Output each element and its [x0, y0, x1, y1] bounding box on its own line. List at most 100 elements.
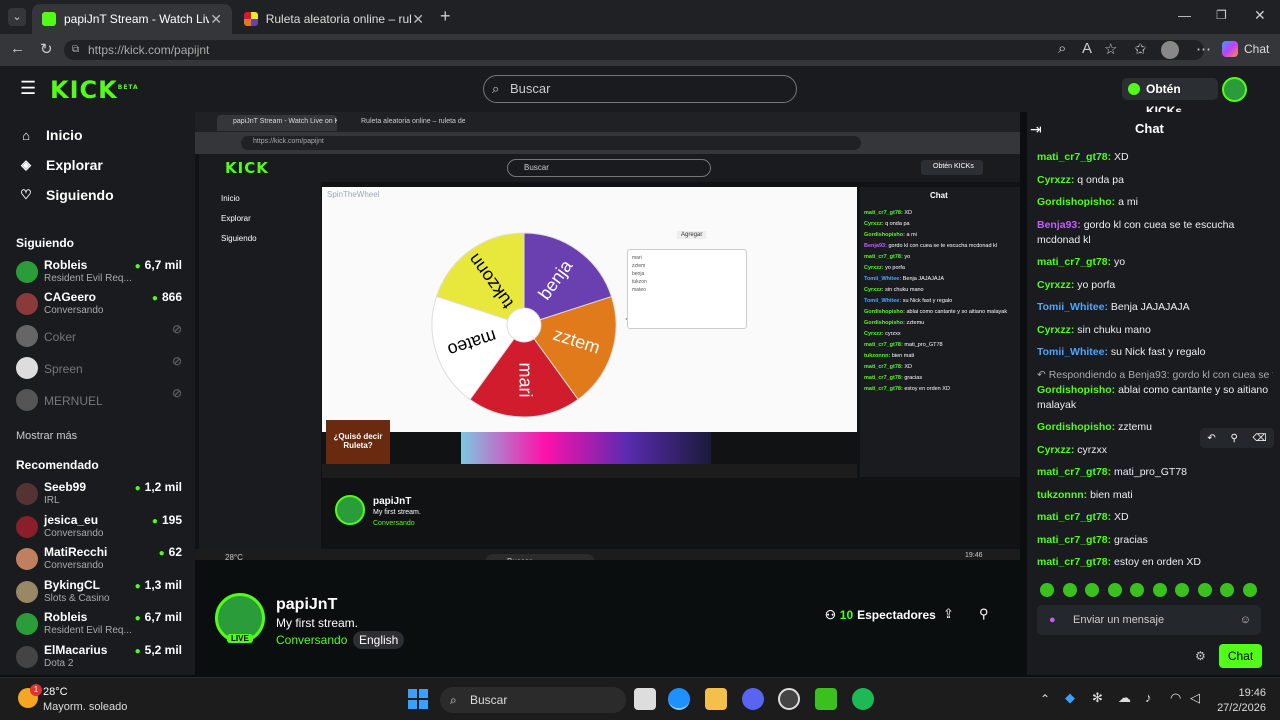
sidebar-recommended-channel[interactable]: MatiRecchiConversando 62 — [16, 545, 186, 575]
tray-chevron-icon[interactable]: ⌃ — [1040, 692, 1050, 706]
chat-username[interactable]: Cyrxzz: — [1037, 174, 1074, 186]
weather-sun-icon[interactable]: 1 — [18, 684, 42, 708]
emote-icon[interactable] — [1130, 583, 1144, 597]
chat-username[interactable]: tukzonnn: — [1037, 489, 1087, 501]
chat-message[interactable]: mati_cr7_gt78: XD — [1037, 510, 1273, 525]
tray-wifi-icon[interactable]: ◠ — [1170, 690, 1181, 706]
clock-date[interactable]: 27/2/2026 — [1210, 702, 1266, 714]
chat-message[interactable]: Benja93: gordo kl con cuea se te escucha… — [1037, 218, 1273, 248]
tab-ruleta[interactable]: Ruleta aleatoria online – ruleta de l ✕ — [234, 4, 434, 34]
sidebar-channel[interactable]: RobleisResident Evil Req...6,7 mil — [16, 258, 186, 288]
chat-message[interactable]: Cyrxzz: sin chuku mano — [1037, 323, 1273, 338]
sidebar-recommended-channel[interactable]: Seeb99IRL 1,2 mil — [16, 480, 186, 510]
chat-username[interactable]: Gordishopisho: — [1037, 196, 1115, 208]
sidebar-recommended-channel[interactable]: ElMacariusDota 2 5,2 mil — [16, 643, 186, 673]
more-menu-icon[interactable]: ⋯ — [1196, 40, 1211, 58]
chat-username[interactable]: mati_cr7_gt78: — [1037, 151, 1111, 163]
edge-icon[interactable] — [668, 688, 690, 710]
pin-icon[interactable]: ⚲ — [1230, 433, 1237, 444]
tray-microphone-icon[interactable]: ♪ — [1145, 690, 1152, 705]
chat-send-button[interactable]: Chat — [1219, 644, 1262, 668]
chat-username[interactable]: Gordishopisho: — [1037, 421, 1115, 433]
stream-player[interactable]: papiJnT Stream - Watch Live on Ki Ruleta… — [195, 112, 1020, 549]
sidebar-recommended-channel[interactable]: RobleisResident Evil Req...6,7 mil — [16, 610, 186, 640]
windows-start-icon[interactable] — [408, 689, 428, 709]
chat-message[interactable]: Cyrxzz: q onda pa — [1037, 173, 1273, 188]
taskbar-search[interactable]: ⌕ Buscar — [440, 687, 626, 713]
favorite-star-icon[interactable]: ☆ — [1104, 40, 1117, 58]
show-more-link[interactable]: Mostrar más — [16, 430, 77, 442]
minecraft-icon[interactable] — [815, 688, 837, 710]
chat-message[interactable]: Gordishopisho: ablai como cantante y so … — [1037, 383, 1273, 413]
chat-username[interactable]: Cyrxzz: — [1037, 279, 1074, 291]
microphone-icon[interactable]: ● — [1049, 605, 1056, 635]
tab-kick[interactable]: papiJnT Stream - Watch Live on Ki ✕ — [32, 4, 232, 34]
emote-icon[interactable] — [1040, 583, 1054, 597]
streamer-name[interactable]: papiJnT — [276, 596, 337, 614]
emoji-icon[interactable]: ☺ — [1240, 605, 1251, 635]
nav-explore[interactable]: ◈ Explorar — [18, 157, 103, 173]
emote-icon[interactable] — [1152, 583, 1167, 597]
chat-username[interactable]: Tomii_Whitee: — [1037, 301, 1108, 313]
chat-message[interactable]: Cyrxzz: yo porfa — [1037, 278, 1273, 293]
stream-category[interactable]: Conversando — [276, 633, 347, 647]
emote-icon[interactable] — [1107, 583, 1122, 597]
url-input[interactable]: ⧉ https://kick.com/papijnt — [64, 40, 1204, 60]
back-icon[interactable]: ← — [10, 40, 25, 57]
chat-username[interactable]: Gordishopisho: — [1037, 384, 1115, 396]
chat-username[interactable]: mati_cr7_gt78: — [1037, 466, 1111, 478]
chat-message[interactable]: mati_cr7_gt78: gracias — [1037, 533, 1273, 548]
chat-username[interactable]: Tomii_Whitee: — [1037, 346, 1108, 358]
chat-username[interactable]: Cyrxzz: — [1037, 324, 1074, 336]
copilot-chat-button[interactable]: Chat — [1222, 41, 1269, 57]
nav-following[interactable]: ♡ Siguiendo — [18, 187, 114, 203]
discord-icon[interactable] — [742, 688, 764, 710]
file-explorer-icon[interactable] — [705, 688, 727, 710]
search-input[interactable]: ⌕ Buscar — [483, 75, 797, 103]
sidebar-channel[interactable]: Spreen ⊘ — [16, 354, 186, 384]
chat-username[interactable]: mati_cr7_gt78: — [1037, 256, 1111, 268]
chat-username[interactable]: mati_cr7_gt78: — [1037, 511, 1111, 523]
chat-username[interactable]: mati_cr7_gt78: — [1037, 556, 1111, 568]
sidebar-channel[interactable]: MERNUEL ⊘ — [16, 386, 186, 416]
emote-icon[interactable] — [1242, 583, 1257, 597]
chat-message[interactable]: Tomii_Whitee: su Nick fast y regalo — [1037, 345, 1273, 360]
chat-username[interactable]: Benja93: — [1037, 219, 1081, 231]
tray-app-icon[interactable]: ✻ — [1092, 690, 1103, 706]
minimize-icon[interactable]: — — [1178, 8, 1191, 23]
emote-icon[interactable] — [1197, 583, 1212, 597]
maximize-icon[interactable]: ❐ — [1216, 8, 1227, 22]
user-avatar[interactable] — [1222, 77, 1247, 102]
sidebar-channel[interactable]: Coker ⊘ — [16, 322, 186, 352]
nav-home[interactable]: ⌂ Inicio — [18, 127, 83, 143]
site-info-icon[interactable]: ⧉ — [72, 40, 79, 60]
new-tab-icon[interactable]: + — [440, 6, 451, 27]
profile-avatar-icon[interactable] — [1161, 41, 1179, 59]
chat-message[interactable]: Gordishopisho: a mi — [1037, 195, 1273, 210]
read-aloud-icon[interactable]: A — [1082, 40, 1092, 57]
emote-icon[interactable] — [1220, 583, 1234, 597]
streamer-avatar[interactable]: LIVE — [215, 593, 265, 643]
emote-icon[interactable] — [1085, 583, 1099, 597]
chat-message[interactable]: mati_cr7_gt78: XD — [1037, 150, 1273, 165]
chat-username[interactable]: Cyrxzz: — [1037, 444, 1074, 456]
chat-message[interactable]: mati_cr7_gt78: yo — [1037, 255, 1273, 270]
task-view-icon[interactable] — [634, 688, 656, 710]
follow-user-icon[interactable]: ⚲ — [979, 606, 989, 622]
sidebar-channel[interactable]: CAGeeroConversando 866 — [16, 290, 186, 320]
chat-message-input[interactable]: ● Enviar un mensaje ☺ — [1037, 605, 1261, 635]
tray-cloud-icon[interactable]: ☁ — [1118, 690, 1131, 706]
chat-message[interactable]: tukzonnn: bien mati — [1037, 488, 1273, 503]
sidebar-recommended-channel[interactable]: BykingCLSlots & Casino 1,3 mil — [16, 578, 186, 608]
close-window-icon[interactable]: ✕ — [1254, 7, 1266, 24]
zoom-icon[interactable]: ⌕ — [1058, 40, 1066, 57]
close-tab-icon[interactable]: ✕ — [210, 11, 222, 28]
reload-icon[interactable]: ↻ — [40, 40, 53, 58]
sidebar-recommended-channel[interactable]: jesica_euConversando 195 — [16, 513, 186, 543]
menu-hamburger-icon[interactable]: ☰ — [20, 79, 36, 97]
emote-icon[interactable] — [1175, 583, 1189, 597]
chat-settings-gear-icon[interactable]: ⚙ — [1195, 649, 1206, 663]
language-tag[interactable]: English — [353, 631, 405, 649]
collapse-chat-icon[interactable]: ⇥ — [1030, 121, 1042, 138]
tab-list-icon[interactable]: ⌄ — [8, 8, 26, 26]
